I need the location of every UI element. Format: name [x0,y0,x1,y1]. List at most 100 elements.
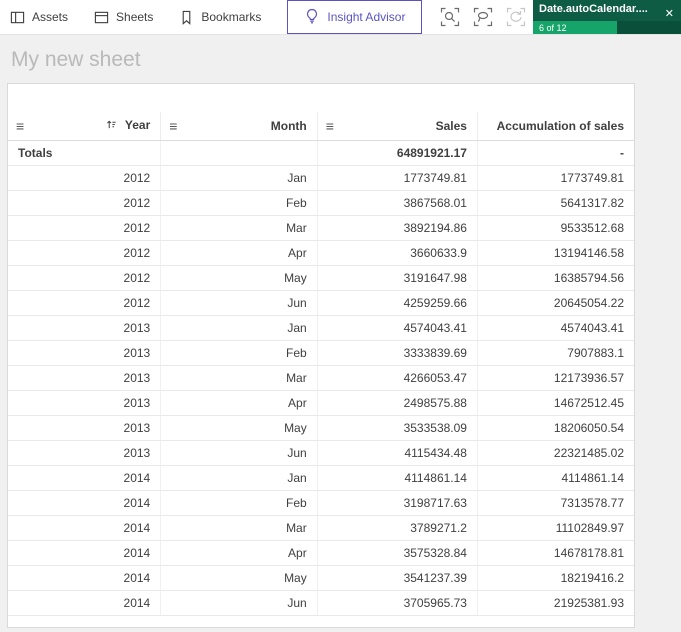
table-row: 2014 Jan 4114861.14 4114861.14 [8,465,634,491]
year-cell[interactable]: 2014 [8,465,161,491]
year-cell[interactable]: 2013 [8,415,161,441]
sales-cell: 3660633.9 [316,240,478,266]
totals-sales-cell: 64891921.17 [316,140,478,166]
year-cell[interactable]: 2013 [8,365,161,391]
table-row: 2013 Feb 3333839.69 7907883.1 [8,340,634,366]
bookmark-icon [179,10,194,25]
sales-cell: 3705965.73 [316,590,478,616]
year-cell[interactable]: 2012 [8,290,161,316]
sales-cell: 1773749.81 [316,165,478,191]
sales-cell: 4266053.47 [316,365,478,391]
toolbar: Assets Sheets Bookmarks Insight Advisor [0,0,681,35]
accumulation-cell: 14672512.45 [476,390,634,416]
accumulation-cell: 14678178.81 [476,540,634,566]
month-cell[interactable]: May [160,565,318,591]
year-cell[interactable]: 2012 [8,240,161,266]
insight-advisor-button[interactable]: Insight Advisor [287,0,423,34]
year-cell[interactable]: 2014 [8,515,161,541]
accumulation-cell: 9533512.68 [476,215,634,241]
sales-cell: 3191647.98 [316,265,478,291]
month-cell[interactable]: Jun [160,290,318,316]
assets-icon [10,10,25,25]
table-row: 2013 Jun 4115434.48 22321485.02 [8,440,634,466]
month-cell[interactable]: Feb [160,340,318,366]
step-back-icon[interactable] [504,5,528,29]
accumulation-cell: 21925381.93 [476,590,634,616]
year-cell[interactable]: 2014 [8,490,161,516]
month-cell[interactable]: Jan [160,465,318,491]
table-row: 2014 May 3541237.39 18219416.2 [8,565,634,591]
sales-cell: 3575328.84 [316,540,478,566]
column-menu-icon[interactable]: ≡ [169,118,177,134]
month-cell[interactable]: Apr [160,540,318,566]
year-cell[interactable]: 2014 [8,540,161,566]
year-cell[interactable]: 2012 [8,190,161,216]
month-cell[interactable]: Mar [160,215,318,241]
sales-cell: 4114861.14 [316,465,478,491]
table-row: 2012 Feb 3867568.01 5641317.82 [8,190,634,216]
table-row: 2014 Jun 3705965.73 21925381.93 [8,590,634,616]
column-menu-icon[interactable]: ≡ [16,118,24,134]
accumulation-cell: 18219416.2 [476,565,634,591]
sort-ascending-icon [106,119,120,133]
accumulation-cell: 1773749.81 [476,165,634,191]
month-cell[interactable]: Jun [160,590,318,616]
month-cell[interactable]: Jan [160,315,318,341]
column-header-sales[interactable]: ≡ Sales [316,112,478,141]
month-cell[interactable]: Feb [160,490,318,516]
accumulation-cell: 7907883.1 [476,340,634,366]
sales-cell: 3892194.86 [316,215,478,241]
sheets-button[interactable]: Sheets [94,10,153,25]
accumulation-cell: 4574043.41 [476,315,634,341]
column-header-month[interactable]: ≡ Month [160,112,318,141]
month-cell[interactable]: May [160,415,318,441]
assets-button[interactable]: Assets [10,10,68,25]
accumulation-cell: 13194146.58 [476,240,634,266]
lasso-selection-icon[interactable] [471,5,495,29]
totals-month-cell [160,140,318,166]
year-cell[interactable]: 2013 [8,340,161,366]
column-menu-icon[interactable]: ≡ [326,118,334,134]
accumulation-cell: 5641317.82 [476,190,634,216]
selection-badge[interactable]: Date.autoCalendar.... ✕ 6 of 12 [533,0,681,34]
sales-cell: 3533538.09 [316,415,478,441]
month-cell[interactable]: Mar [160,365,318,391]
column-header-accumulation[interactable]: Accumulation of sales [476,112,634,141]
selection-count: 6 of 12 [539,23,567,33]
year-cell[interactable]: 2013 [8,315,161,341]
close-icon[interactable]: ✕ [665,9,674,20]
month-cell[interactable]: Jan [160,165,318,191]
year-cell[interactable]: 2013 [8,440,161,466]
sales-cell: 3541237.39 [316,565,478,591]
year-cell[interactable]: 2012 [8,165,161,191]
accumulation-cell: 20645054.22 [476,290,634,316]
year-cell[interactable]: 2012 [8,265,161,291]
year-cell[interactable]: 2014 [8,590,161,616]
column-label-month: Month [270,118,307,133]
column-label-sales: Sales [435,118,467,133]
month-cell[interactable]: Mar [160,515,318,541]
year-cell[interactable]: 2014 [8,565,161,591]
month-cell[interactable]: Jun [160,440,318,466]
selection-field-name: Date.autoCalendar.... [539,3,648,15]
accumulation-cell: 7313578.77 [476,490,634,516]
table-header-row: ≡ Year ≡ Month ≡ Sales Accumulation of s… [8,112,634,141]
column-header-year[interactable]: ≡ Year [8,112,161,141]
month-cell[interactable]: May [160,265,318,291]
totals-accumulation-cell: - [476,140,634,166]
sales-cell: 3198717.63 [316,490,478,516]
table-row: 2013 Apr 2498575.88 14672512.45 [8,390,634,416]
month-cell[interactable]: Apr [160,390,318,416]
column-label-accumulation: Accumulation of sales [496,118,624,133]
sales-cell: 4259259.66 [316,290,478,316]
pivot-table: ≡ Year ≡ Month ≡ Sales Accumulation of s… [8,112,634,616]
month-cell[interactable]: Apr [160,240,318,266]
sales-cell: 4115434.48 [316,440,478,466]
smart-search-icon[interactable] [438,5,462,29]
year-cell[interactable]: 2012 [8,215,161,241]
sales-cell: 3333839.69 [316,340,478,366]
year-cell[interactable]: 2013 [8,390,161,416]
accumulation-cell: 4114861.14 [476,465,634,491]
month-cell[interactable]: Feb [160,190,318,216]
bookmarks-button[interactable]: Bookmarks [179,10,261,25]
